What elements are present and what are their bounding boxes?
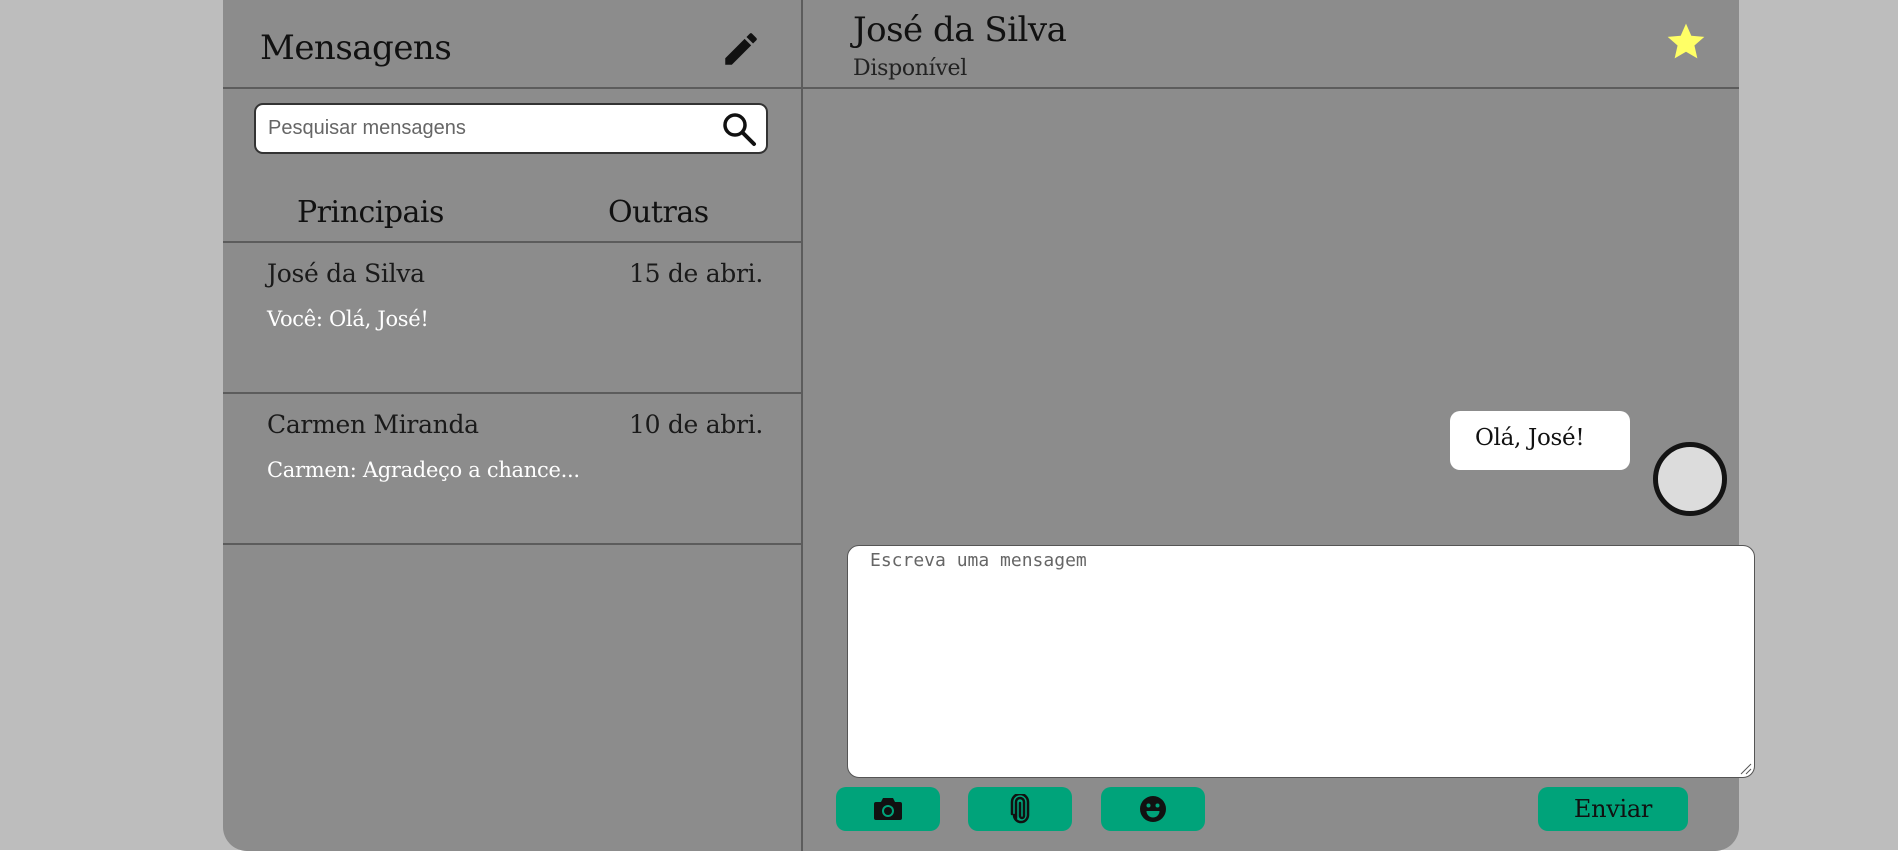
messaging-app: Mensagens Principais Outras José da Silv… [223, 0, 1755, 851]
conversation-preview: Você: Olá, José! [267, 307, 429, 331]
emoji-button[interactable] [1101, 787, 1205, 831]
pencil-icon[interactable] [720, 28, 762, 70]
message-input[interactable] [868, 546, 1742, 772]
camera-button[interactable] [836, 787, 940, 831]
conversation-name: José da Silva [267, 259, 425, 288]
message-text: Olá, José! [1475, 425, 1585, 451]
conversation-item[interactable]: José da Silva 15 de abri. Você: Olá, Jos… [223, 243, 801, 394]
sidebar-header: Mensagens [223, 0, 801, 89]
conversation-list-panel: Mensagens Principais Outras José da Silv… [223, 0, 803, 851]
attach-button[interactable] [968, 787, 1072, 831]
camera-icon [874, 798, 902, 820]
tab-outras[interactable]: Outras [608, 195, 709, 230]
conversation-date: 10 de abri. [628, 410, 763, 439]
conversation-date: 15 de abri. [628, 259, 763, 288]
conversation-name: Carmen Miranda [267, 410, 479, 439]
send-button[interactable]: Enviar [1538, 787, 1688, 831]
tab-principais[interactable]: Principais [297, 195, 444, 230]
paperclip-icon [1010, 794, 1030, 824]
chat-header: José da Silva Disponível [803, 0, 1739, 89]
conversation-preview: Carmen: Agradeço a chance... [267, 458, 580, 482]
search-input[interactable] [266, 111, 700, 145]
search-box [254, 103, 768, 154]
message-bubble: Olá, José! [1450, 411, 1630, 470]
message-composer [847, 545, 1755, 778]
sidebar-title: Mensagens [260, 28, 452, 68]
conversation-tabs: Principais Outras [223, 195, 801, 243]
star-icon[interactable] [1664, 20, 1708, 64]
search-icon[interactable] [721, 111, 757, 147]
contact-status: Disponível [853, 56, 967, 81]
smiley-icon [1140, 796, 1166, 822]
conversation-item[interactable]: Carmen Miranda 10 de abri. Carmen: Agrad… [223, 394, 801, 545]
resize-handle-icon[interactable] [1738, 761, 1752, 775]
contact-name: José da Silva [853, 10, 1067, 50]
avatar [1653, 442, 1727, 516]
